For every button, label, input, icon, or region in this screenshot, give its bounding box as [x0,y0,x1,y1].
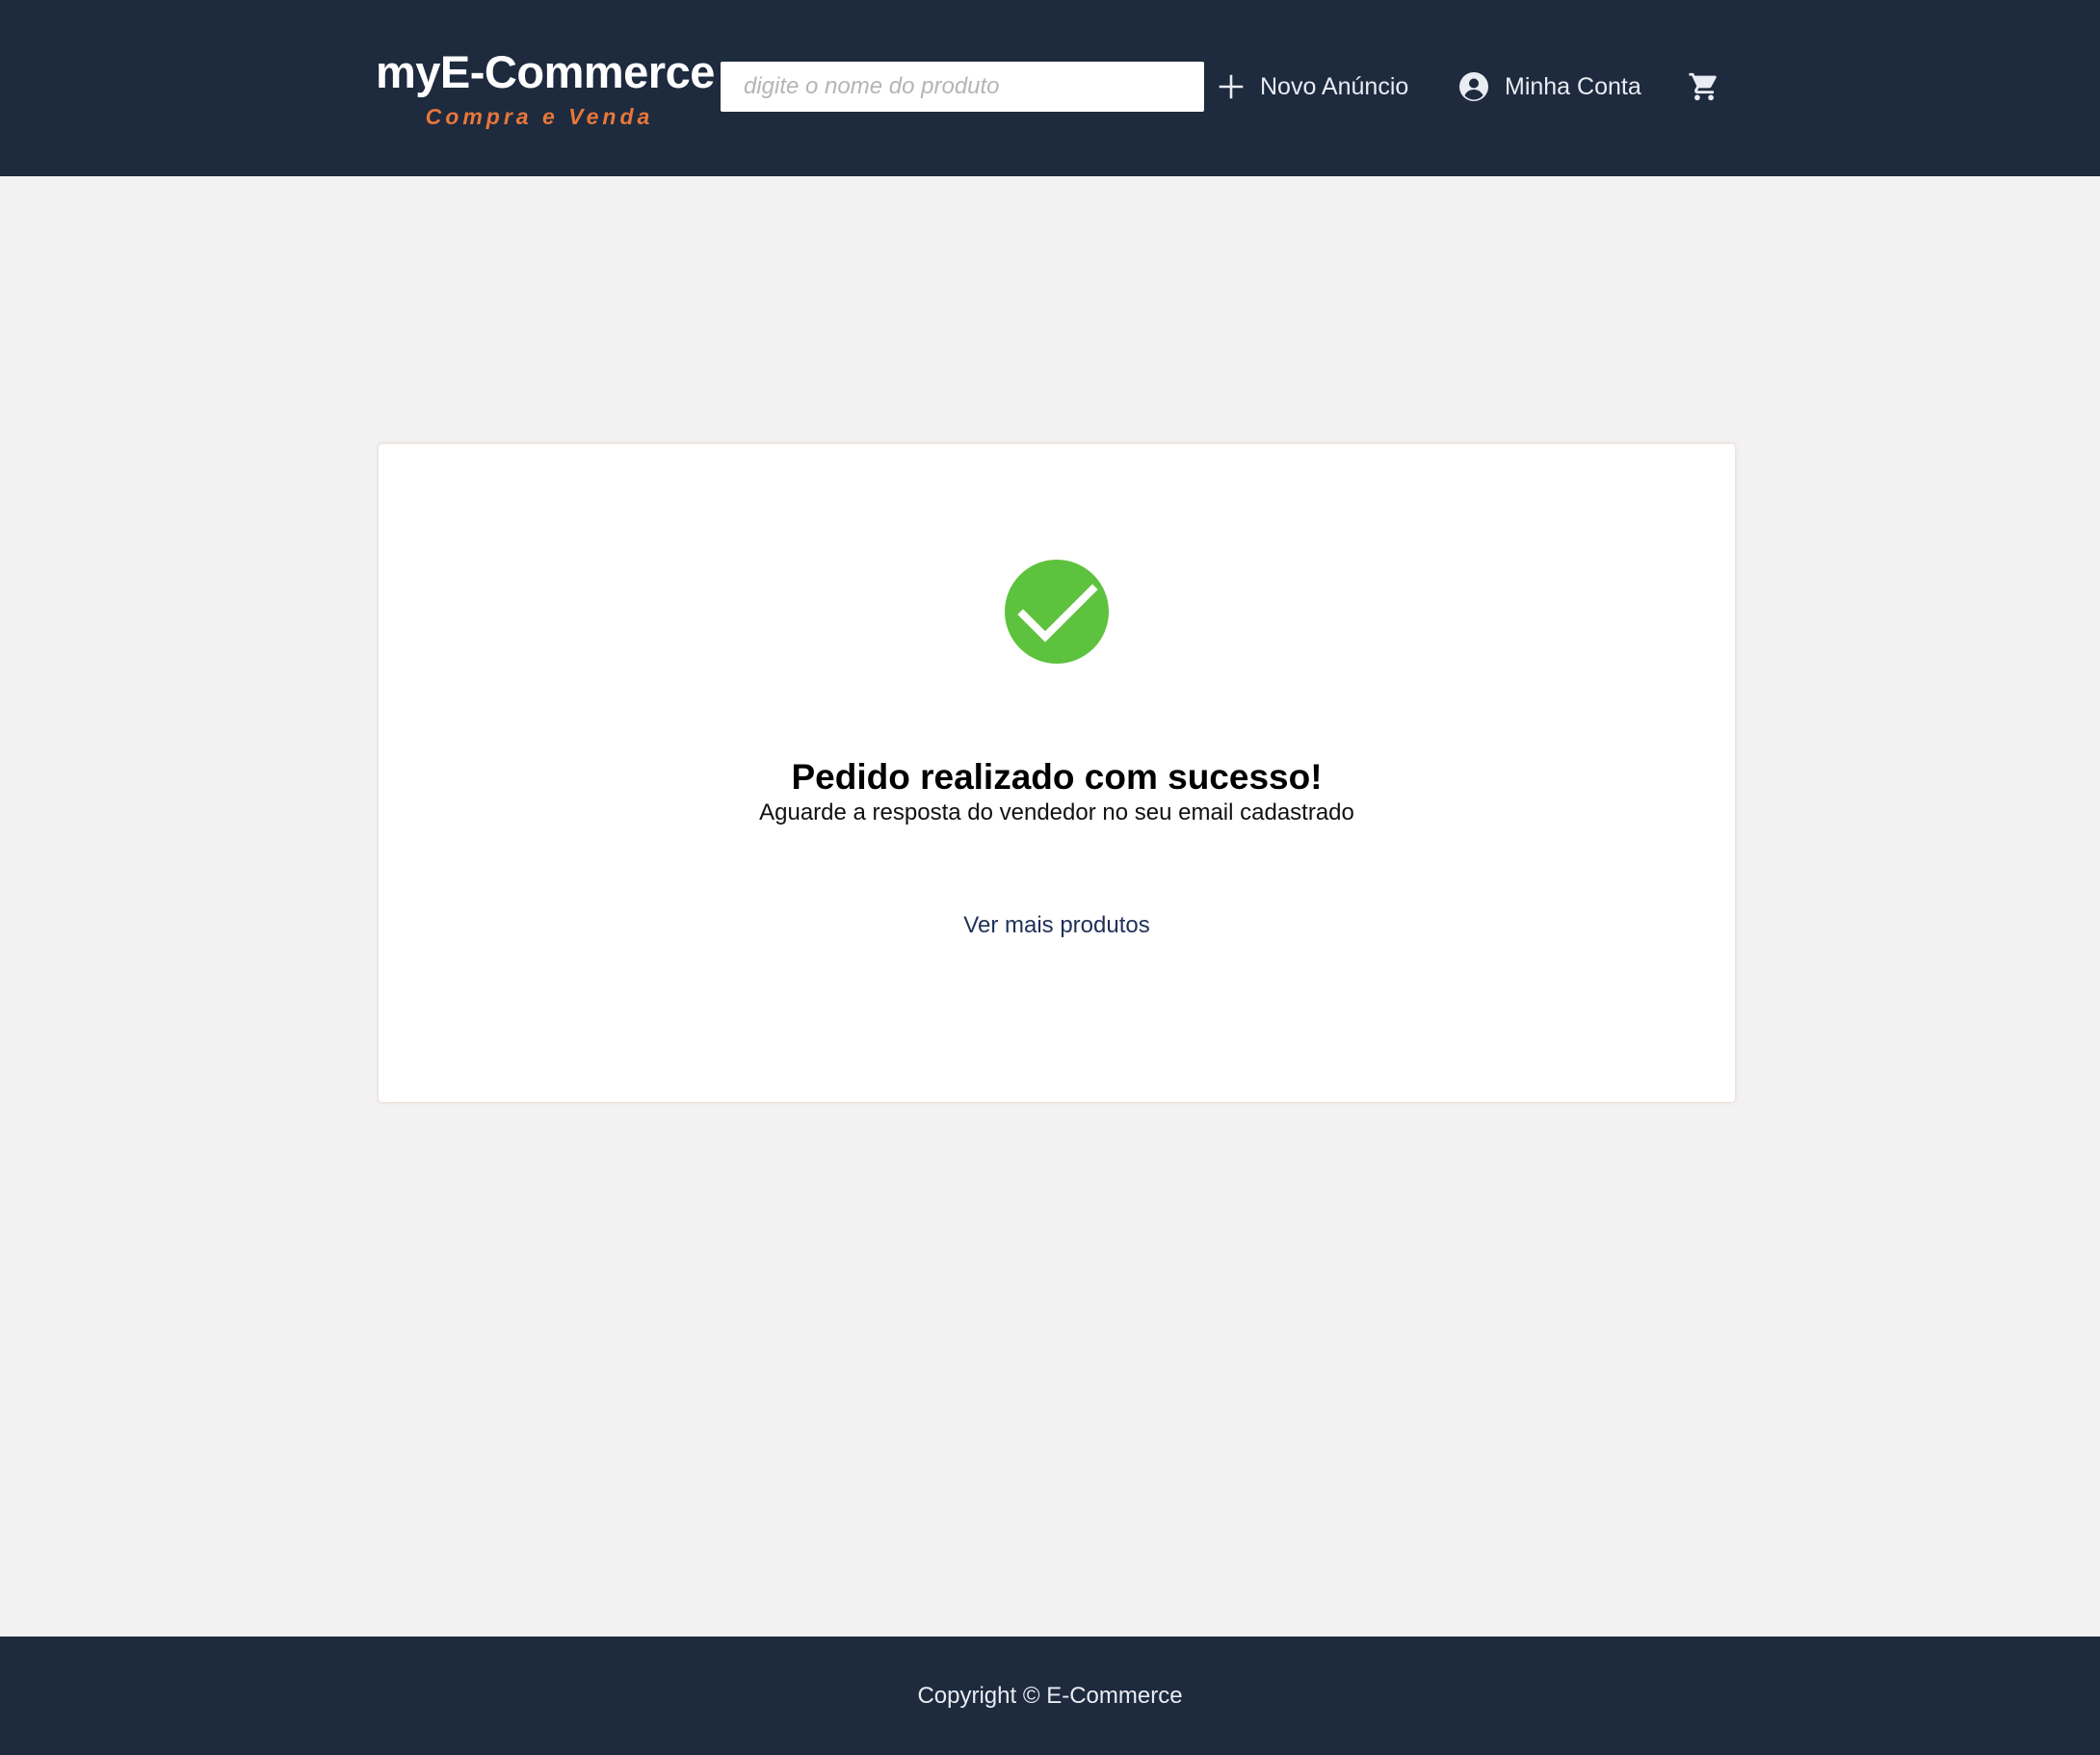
see-more-products-link[interactable]: Ver mais produtos [379,910,1735,941]
new-listing-label: Novo Anúncio [1260,72,1409,100]
account-circle-icon [1458,71,1489,102]
my-account-button[interactable]: Minha Conta [1458,64,1641,110]
search-input[interactable] [721,62,1204,112]
new-listing-button[interactable]: Novo Anúncio [1218,64,1408,110]
order-success-card: Pedido realizado com sucesso! Aguarde a … [379,444,1735,1102]
success-subtitle: Aguarde a resposta do vendedor no seu em… [759,799,1354,825]
cart-icon [1688,70,1720,103]
page: myE-Commerce Compra e Venda Novo Anúncio… [0,0,2100,1755]
brand-logo[interactable]: myE-Commerce Compra e Venda [376,44,715,131]
brand-title: myE-Commerce [376,46,715,97]
my-account-label: Minha Conta [1505,72,1641,100]
cart-button[interactable] [1688,64,1720,110]
success-title: Pedido realizado com sucesso! [791,757,1323,797]
plus-icon [1218,73,1245,100]
copyright-text: Copyright © E-Commerce [917,1682,1183,1709]
brand-tagline: Compra e Venda [425,104,654,129]
check-circle-icon [1005,560,1109,664]
footer: Copyright © E-Commerce [0,1637,2100,1755]
top-navbar: myE-Commerce Compra e Venda Novo Anúncio… [0,0,2100,176]
